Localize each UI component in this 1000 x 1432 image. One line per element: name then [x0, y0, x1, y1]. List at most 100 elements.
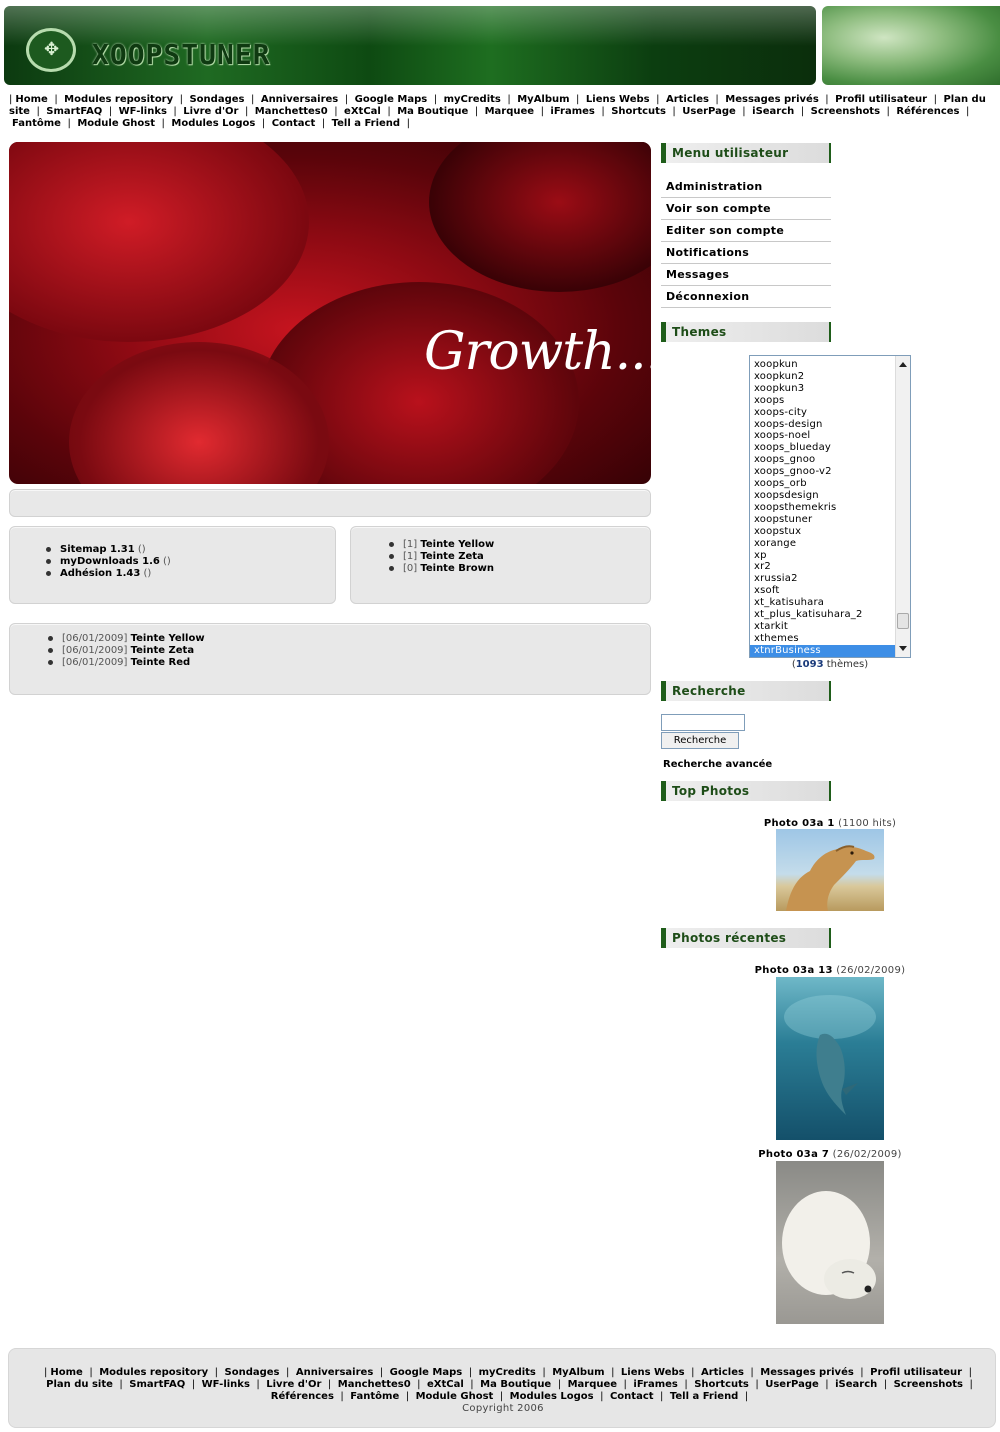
footer-nav-link-google-maps[interactable]: Google Maps	[390, 1367, 463, 1378]
nav-link-smartfaq[interactable]: SmartFAQ	[46, 106, 102, 117]
theme-option[interactable]: xoops_blueday	[750, 442, 895, 454]
nav-link-modules-repository[interactable]: Modules repository	[64, 94, 173, 105]
theme-option[interactable]: xoopstuner	[750, 514, 895, 526]
recent-photo-dolphin[interactable]	[776, 977, 884, 1140]
footer-nav-link-home[interactable]: Home	[50, 1367, 82, 1378]
theme-option[interactable]: xsoft	[750, 585, 895, 597]
footer-nav-link-myalbum[interactable]: MyAlbum	[552, 1367, 604, 1378]
nav-link-google-maps[interactable]: Google Maps	[355, 94, 428, 105]
theme-option[interactable]: xoops_gnoo-v2	[750, 466, 895, 478]
nav-link-module-ghost[interactable]: Module Ghost	[77, 118, 155, 129]
search-button[interactable]: Recherche	[661, 732, 739, 749]
site-logo-text[interactable]: XOOPSTUNER	[92, 38, 271, 71]
footer-nav-link-profil-utilisateur[interactable]: Profil utilisateur	[870, 1367, 962, 1378]
nav-link-manchettes0[interactable]: Manchettes0	[255, 106, 328, 117]
recent-photo-caption-1[interactable]: Photo 03a 13 (26/02/2009)	[720, 965, 940, 976]
footer-nav-link-livre-d-or[interactable]: Livre d'Or	[266, 1379, 321, 1390]
top-photo-caption[interactable]: Photo 03a 1 (1100 hits)	[720, 818, 940, 829]
nav-link-userpage[interactable]: UserPage	[682, 106, 736, 117]
nav-link-livre-d-or[interactable]: Livre d'Or	[183, 106, 238, 117]
theme-option[interactable]: xoopkun3	[750, 383, 895, 395]
scroll-thumb[interactable]	[897, 613, 909, 629]
nav-link-sondages[interactable]: Sondages	[189, 94, 244, 105]
theme-option[interactable]: xoopkun	[750, 359, 895, 371]
footer-nav-link-sondages[interactable]: Sondages	[225, 1367, 280, 1378]
recent-photo-caption-2[interactable]: Photo 03a 7 (26/02/2009)	[720, 1149, 940, 1160]
search-input[interactable]	[661, 714, 745, 731]
nav-link-shortcuts[interactable]: Shortcuts	[611, 106, 666, 117]
nav-link-iframes[interactable]: iFrames	[550, 106, 594, 117]
theme-option[interactable]: xoopkun2	[750, 371, 895, 383]
nav-link-tell-a-friend[interactable]: Tell a Friend	[332, 118, 400, 129]
nav-link-messages-prives[interactable]: Messages privés	[725, 94, 819, 105]
user-menu-item-deconnexion[interactable]: Déconnexion	[661, 286, 831, 308]
nav-link-extcal[interactable]: eXtCal	[344, 106, 381, 117]
user-menu-item-notifications[interactable]: Notifications	[661, 242, 831, 264]
theme-option[interactable]: xoops-noel	[750, 430, 895, 442]
nav-link-contact[interactable]: Contact	[272, 118, 316, 129]
footer-nav-link-module-ghost[interactable]: Module Ghost	[416, 1391, 494, 1402]
news-link[interactable]: Teinte Yellow	[131, 633, 205, 644]
footer-nav-link-marquee[interactable]: Marquee	[568, 1379, 617, 1390]
footer-nav-link-isearch[interactable]: iSearch	[835, 1379, 877, 1390]
news-link[interactable]: Teinte Zeta	[131, 645, 194, 656]
footer-nav-link-contact[interactable]: Contact	[610, 1391, 654, 1402]
theme-option[interactable]: xrussia2	[750, 573, 895, 585]
nav-link-anniversaires[interactable]: Anniversaires	[261, 94, 338, 105]
footer-nav-link-extcal[interactable]: eXtCal	[427, 1379, 464, 1390]
nav-link-wf-links[interactable]: WF-links	[119, 106, 167, 117]
footer-nav-link-ma-boutique[interactable]: Ma Boutique	[480, 1379, 551, 1390]
theme-option[interactable]: xoops	[750, 395, 895, 407]
theme-select-list[interactable]: xoopkun xoopkun2 xoopkun3 xoops xoops-city xo…	[749, 355, 911, 658]
theme-option[interactable]: xthemes	[750, 633, 895, 645]
footer-nav-link-anniversaires[interactable]: Anniversaires	[296, 1367, 373, 1378]
theme-option[interactable]: xt_plus_katisuhara_2	[750, 609, 895, 621]
theme-option[interactable]: xoops-city	[750, 407, 895, 419]
theme-option[interactable]: xt_katisuhara	[750, 597, 895, 609]
theme-option[interactable]: xoopstux	[750, 526, 895, 538]
footer-nav-link-plan-du-site[interactable]: Plan du site	[46, 1379, 113, 1390]
nav-link-screenshots[interactable]: Screenshots	[811, 106, 880, 117]
nav-link-articles[interactable]: Articles	[666, 94, 709, 105]
footer-nav-link-shortcuts[interactable]: Shortcuts	[694, 1379, 749, 1390]
theme-update-link[interactable]: Teinte Brown	[420, 563, 494, 574]
theme-list-scrollbar[interactable]	[895, 356, 910, 657]
recent-photo-polar-bear[interactable]	[776, 1161, 884, 1324]
nav-link-marquee[interactable]: Marquee	[485, 106, 534, 117]
nav-link-home[interactable]: Home	[15, 94, 47, 105]
theme-option[interactable]: xp	[750, 550, 895, 562]
footer-nav-link-iframes[interactable]: iFrames	[633, 1379, 677, 1390]
footer-nav-link-references[interactable]: Références	[271, 1391, 334, 1402]
theme-option[interactable]: xtnrBusiness	[750, 644, 895, 657]
theme-option[interactable]: xoopsdesign	[750, 490, 895, 502]
footer-nav-link-userpage[interactable]: UserPage	[765, 1379, 819, 1390]
nav-link-isearch[interactable]: iSearch	[752, 106, 794, 117]
theme-option[interactable]: xoops_gnoo	[750, 454, 895, 466]
module-link[interactable]: Sitemap 1.31	[60, 544, 135, 555]
footer-nav-link-messages-prives[interactable]: Messages privés	[760, 1367, 854, 1378]
nav-link-ma-boutique[interactable]: Ma Boutique	[397, 106, 468, 117]
footer-nav-link-wf-links[interactable]: WF-links	[202, 1379, 250, 1390]
top-photo-camel[interactable]	[776, 829, 884, 911]
theme-update-link[interactable]: Teinte Zeta	[420, 551, 483, 562]
theme-option[interactable]: xorange	[750, 538, 895, 550]
theme-option[interactable]: xoops-design	[750, 419, 895, 431]
theme-option[interactable]: xr2	[750, 561, 895, 573]
footer-nav-link-tell-a-friend[interactable]: Tell a Friend	[670, 1391, 738, 1402]
user-menu-item-voir-son-compte[interactable]: Voir son compte	[661, 198, 831, 220]
user-menu-item-administration[interactable]: Administration	[661, 176, 831, 198]
nav-link-modules-logos[interactable]: Modules Logos	[171, 118, 255, 129]
nav-link-liens-webs[interactable]: Liens Webs	[586, 94, 650, 105]
footer-nav-link-modules-logos[interactable]: Modules Logos	[510, 1391, 594, 1402]
footer-nav-link-liens-webs[interactable]: Liens Webs	[621, 1367, 685, 1378]
theme-update-link[interactable]: Teinte Yellow	[420, 539, 494, 550]
nav-link-fantome[interactable]: Fantôme	[12, 118, 61, 129]
logo-emblem-icon[interactable]: ✥	[26, 28, 76, 72]
advanced-search-link[interactable]: Recherche avancée	[663, 759, 772, 770]
nav-link-myalbum[interactable]: MyAlbum	[517, 94, 569, 105]
scroll-down-icon[interactable]	[899, 646, 907, 651]
footer-nav-link-screenshots[interactable]: Screenshots	[894, 1379, 963, 1390]
footer-nav-link-fantome[interactable]: Fantôme	[350, 1391, 399, 1402]
theme-option[interactable]: xtarkit	[750, 621, 895, 633]
footer-nav-link-manchettes0[interactable]: Manchettes0	[338, 1379, 411, 1390]
